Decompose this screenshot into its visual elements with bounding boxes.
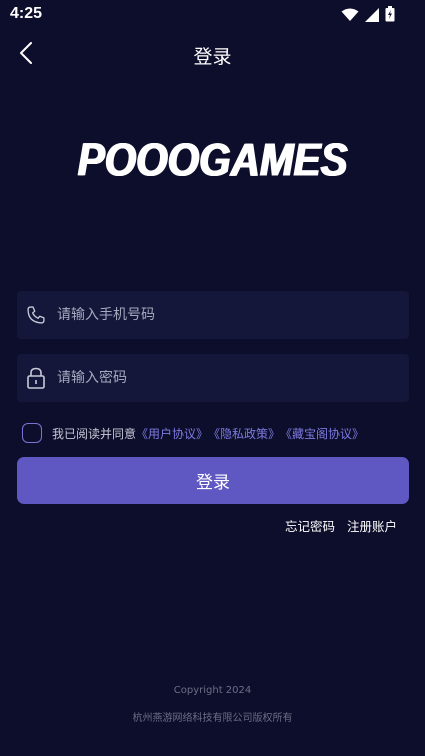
- forgot-password-link[interactable]: 忘记密码: [285, 516, 335, 535]
- register-link[interactable]: 注册账户: [347, 516, 397, 535]
- battery-icon: [385, 6, 395, 26]
- logo-text: POOOGAMES: [77, 134, 348, 187]
- wifi-icon: [341, 7, 359, 26]
- phone-icon: [25, 304, 47, 326]
- company-text: 杭州燕游网络科技有限公司版权所有: [132, 713, 293, 724]
- status-bar: 4:25: [0, 0, 425, 30]
- password-field: [17, 354, 409, 402]
- login-screen: 4:25 登录 POOOGAMES 请输入手机号码 我已阅读并同意 《用户协议》…: [0, 0, 425, 756]
- lock-icon: [25, 367, 47, 389]
- app-logo: POOOGAMES: [0, 134, 425, 187]
- privacy-policy-link[interactable]: 《隐私政策》: [208, 425, 280, 442]
- login-button[interactable]: 登录: [17, 457, 409, 504]
- treasure-agreement-link[interactable]: 《藏宝阁协议》: [280, 425, 364, 442]
- status-icons: [341, 6, 395, 26]
- status-time: 4:25: [10, 5, 43, 22]
- phone-field: [17, 291, 409, 339]
- signal-icon: [365, 7, 379, 26]
- agreement-prefix: 我已阅读并同意: [52, 426, 137, 441]
- agreement-checkbox[interactable]: [22, 423, 42, 443]
- agreement-row: 我已阅读并同意 《用户协议》 《隐私政策》 《藏宝阁协议》: [22, 423, 364, 443]
- user-agreement-link[interactable]: 《用户协议》: [136, 425, 208, 442]
- page-title: 登录: [193, 46, 232, 68]
- copyright-text: Copyright 2024: [173, 685, 252, 696]
- app-bar: 登录: [0, 30, 425, 80]
- password-input[interactable]: [57, 370, 409, 386]
- phone-input[interactable]: [57, 307, 409, 323]
- account-links: 忘记密码 注册账户: [285, 516, 397, 535]
